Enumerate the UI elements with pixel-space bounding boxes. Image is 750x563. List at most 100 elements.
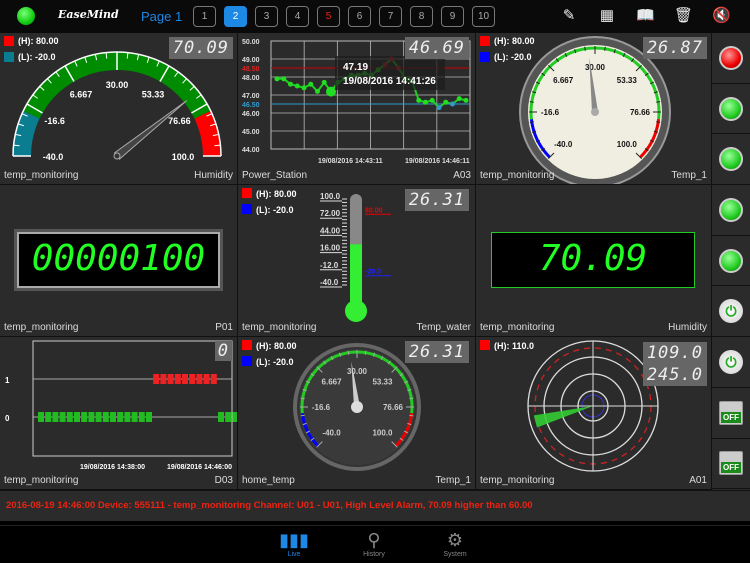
trash-icon[interactable]: 🗑 [674,7,693,25]
state-point [74,412,80,422]
page-button-2[interactable]: 2 [224,6,247,27]
dial-tick-label: 76.66 [630,108,651,117]
device-label: temp_monitoring [480,322,555,333]
y-tick-label: 45.00 [242,129,260,136]
dial-tick-label: 53.33 [617,76,638,85]
radar-panel[interactable]: (H): 110.0 109.0 245.0 temp_monitoring A… [476,337,712,490]
edit-icon[interactable]: ✎ [560,7,578,25]
page-button-7[interactable]: 7 [379,6,402,27]
high-color-swatch [480,340,490,350]
side-button-8[interactable]: OFF [712,388,750,439]
gauge-tick-label: -40.0 [43,152,64,162]
book-icon[interactable]: 📖 [636,7,655,25]
side-button-1[interactable] [712,33,750,84]
high-color-swatch [480,36,490,46]
low-limit-label: (L): -20.0 [494,52,532,62]
tab-live[interactable]: ▮▮▮ Live [269,529,319,558]
alarm-message: 2016-08-19 14:46:00 Device: 555111 - tem… [6,500,533,511]
low-limit-label: (L): -20.0 [18,52,56,62]
dial-tick-label: 30.00 [585,63,606,72]
page-button-5[interactable]: 5 [317,6,340,27]
page-button-1[interactable]: 1 [193,6,216,27]
page-button-4[interactable]: 4 [286,6,309,27]
page-selector: 1 2 3 4 5 6 7 8 9 10 [193,6,495,27]
dial-tick [604,46,606,51]
green-indicator-icon [719,147,743,172]
side-button-2[interactable] [712,84,750,135]
side-button-5[interactable] [712,236,750,287]
data-point [450,101,455,107]
tab-label: Live [287,551,301,558]
side-button-6[interactable]: ⏻ [712,286,750,338]
channel-label: D03 [214,475,233,486]
page-button-9[interactable]: 9 [441,6,464,27]
low-mark-label: -20.0 [365,269,381,276]
needle-hub [591,108,599,116]
state-point [210,374,217,384]
home-temp-dial-panel[interactable]: (H): 80.00 (L): -20.0 -40.0 -16.6 6.667 30.… [238,337,476,490]
high-limit-label: (H): 80.00 [256,189,297,199]
direction-sector [533,406,593,428]
side-button-4[interactable] [712,185,750,236]
state-point [182,374,188,384]
low-color-swatch [242,356,252,366]
state-point [81,412,88,422]
humidity-display-panel[interactable]: 70.09 temp_monitoring Humidity [476,185,712,337]
state-point [203,374,210,384]
dial-tick [300,397,305,400]
dial-tick-label: 100.0 [617,140,638,149]
page-button-3[interactable]: 3 [255,6,278,27]
data-point [315,88,320,94]
value-display: 70.09 [168,37,233,59]
state-point [59,412,66,422]
mute-icon[interactable]: 🔇 [712,7,731,25]
state-point [167,374,174,384]
high-zone-arc [194,110,221,157]
dial-tick-label: 76.66 [383,403,404,412]
state-point [153,374,160,384]
data-point [301,85,307,91]
device-label: Power_Station [242,170,308,181]
gauge-tick-label: 30.00 [106,80,129,90]
device-label: temp_monitoring [480,475,555,486]
dial-tick [584,46,586,51]
d03-chart-panel[interactable]: 1 0 19/08/2016 14:38:00 19/08/2016 14:46… [0,337,238,490]
data-point [443,99,449,105]
power-station-chart-panel[interactable]: 50.00 49.00 48.50 48.00 47.00 46.50 46.00 45.00… [238,33,476,185]
y-tick-label: 44.00 [242,147,260,154]
dial-tick [300,414,305,417]
tooltip-time: 19/08/2016 14:41:26 [343,76,436,87]
scale-label: 44.00 [320,226,341,235]
channel-label: Humidity [668,322,707,333]
value-display: 26.31 [404,341,469,363]
side-button-7[interactable]: ⏻ [712,337,750,388]
low-limit-label: (L): -20.0 [256,357,294,367]
temp1-dial-panel[interactable]: (H): 80.00 (L): -20.0 -40.0 -16.6 6.667 30.… [476,33,712,185]
value-display: 46.69 [404,37,469,59]
thermometer-panel[interactable]: (H): 80.00 (L): -20.0 100.0 72.00 44.00 16.… [238,185,476,337]
green-indicator-icon [719,96,743,121]
tab-system[interactable]: ⚙ System [430,529,480,558]
scale-label: 72.00 [320,209,341,218]
dial-tick-label: 100.0 [372,428,393,437]
side-button-3[interactable] [712,134,750,186]
page-button-10[interactable]: 10 [472,6,495,27]
off-switch-icon: OFF [719,451,743,476]
dial-tick-label: 6.667 [322,378,343,387]
y-label-1: 1 [5,376,10,385]
p01-counter-panel[interactable]: 00000100 temp_monitoring P01 [0,185,238,337]
device-label: temp_monitoring [242,322,317,333]
page-button-6[interactable]: 6 [348,6,371,27]
page-label: Page 1 [141,9,183,24]
tab-history[interactable]: ⚲ History [349,529,399,558]
high-limit-label: (H): 80.00 [494,36,535,46]
state-point [110,412,116,422]
humidity-gauge-panel[interactable]: (H): 80.00 (L): -20.0 -40.0 -16.6 6.667 30.… [0,33,238,185]
dial-tick [364,350,367,355]
state-point [218,412,224,422]
low-color-swatch [480,52,490,62]
side-button-9[interactable]: OFF [712,439,750,490]
page-button-8[interactable]: 8 [410,6,433,27]
high-color-swatch [242,340,252,350]
grid-icon[interactable]: ▦ [598,7,616,25]
